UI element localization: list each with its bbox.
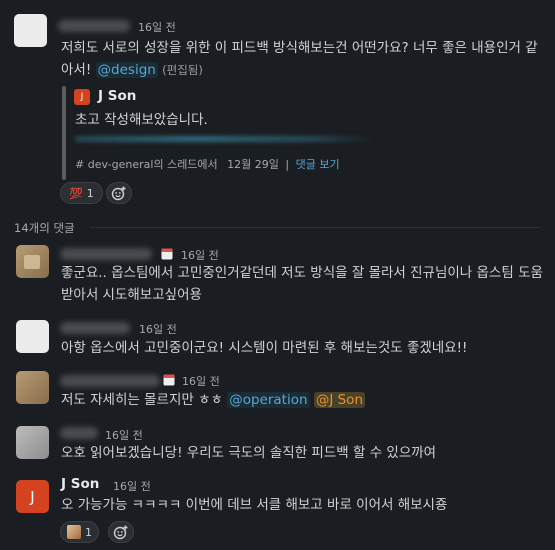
user-avatar[interactable] xyxy=(16,371,49,404)
reaction-custom[interactable]: 1 xyxy=(60,521,99,543)
author-name-blurred[interactable] xyxy=(60,427,98,439)
quote-bar xyxy=(62,86,66,180)
reaction-count: 1 xyxy=(85,525,92,539)
message-text: 저도 자세히는 몰르지만 ㅎㅎ @operation @J Son xyxy=(61,389,543,411)
mention-j-son[interactable]: @J Son xyxy=(313,392,366,408)
reaction-100[interactable]: 💯 1 xyxy=(60,182,103,204)
user-avatar[interactable] xyxy=(14,14,47,47)
quote-separator: | xyxy=(285,158,290,171)
quote-author-avatar[interactable]: J xyxy=(74,89,90,105)
message-text: 아항 옵스에서 고민중이군요! 시스템이 마련된 후 해보는것도 좋겠네요!! xyxy=(61,340,468,356)
quote-footer: # dev-general의 스레드에서 12월 29일 | 댓글 보기 xyxy=(75,156,340,172)
author-name-blurred[interactable] xyxy=(58,20,130,32)
author-name-blurred[interactable] xyxy=(60,375,160,387)
add-reaction-icon xyxy=(113,525,128,540)
calendar-icon xyxy=(163,374,175,386)
message-text: 저희도 서로의 성장을 위한 이 피드백 방식해보는건 어떤가요? 너무 좋은 … xyxy=(61,37,543,81)
author-name[interactable]: J Son xyxy=(61,476,99,492)
message-timestamp[interactable]: 16일 전 xyxy=(182,373,220,389)
reaction-count: 1 xyxy=(86,186,94,200)
add-reaction-button[interactable] xyxy=(106,182,132,204)
add-reaction-button[interactable] xyxy=(108,521,134,543)
view-reply-link[interactable]: 댓글 보기 xyxy=(296,158,340,171)
message-text: 오 가능가능 ㅋㅋㅋㅋ 이번에 데브 서클 해보고 바로 이어서 해보시죵 xyxy=(61,497,448,513)
quote-date[interactable]: 12월 29일 xyxy=(227,158,279,171)
user-avatar[interactable] xyxy=(16,320,49,353)
message-timestamp[interactable]: 16일 전 xyxy=(113,478,151,494)
calendar-icon xyxy=(161,248,173,260)
quote-link-preview[interactable] xyxy=(75,136,375,142)
add-reaction-icon xyxy=(111,186,126,201)
mention-operation[interactable]: @operation xyxy=(227,392,310,408)
replies-divider xyxy=(90,227,541,228)
quote-text: 초고 작성해보았습니다. xyxy=(75,112,208,128)
user-avatar[interactable] xyxy=(16,245,49,278)
message-text: 좋군요.. 옵스팀에서 고민중인거같던데 저도 방식을 잘 몰라서 진규님이나 … xyxy=(61,265,543,303)
quote-author-name[interactable]: J Son xyxy=(98,88,136,104)
replies-count: 14개의 댓글 xyxy=(14,221,75,235)
edited-label: (편집됨) xyxy=(162,63,203,77)
message-timestamp[interactable]: 16일 전 xyxy=(105,427,143,443)
user-avatar[interactable]: J xyxy=(16,480,49,513)
quote-channel[interactable]: # dev-general의 스레드에서 xyxy=(75,158,218,171)
hundred-points-icon: 💯 xyxy=(69,186,83,200)
author-name-blurred[interactable] xyxy=(60,248,152,260)
message-text: 오호 읽어보겠습니당! 우리도 극도의 솔직한 피드백 할 수 있으까여 xyxy=(61,445,437,461)
message-timestamp[interactable]: 16일 전 xyxy=(139,321,177,337)
message-timestamp[interactable]: 16일 전 xyxy=(138,19,176,35)
mention-design[interactable]: @design xyxy=(95,62,158,78)
author-name-blurred[interactable] xyxy=(60,322,130,334)
message-body: 저도 자세히는 몰르지만 ㅎㅎ xyxy=(61,392,228,408)
message-timestamp[interactable]: 16일 전 xyxy=(181,247,219,263)
custom-emoji-icon xyxy=(67,525,81,539)
user-avatar[interactable] xyxy=(16,426,49,459)
